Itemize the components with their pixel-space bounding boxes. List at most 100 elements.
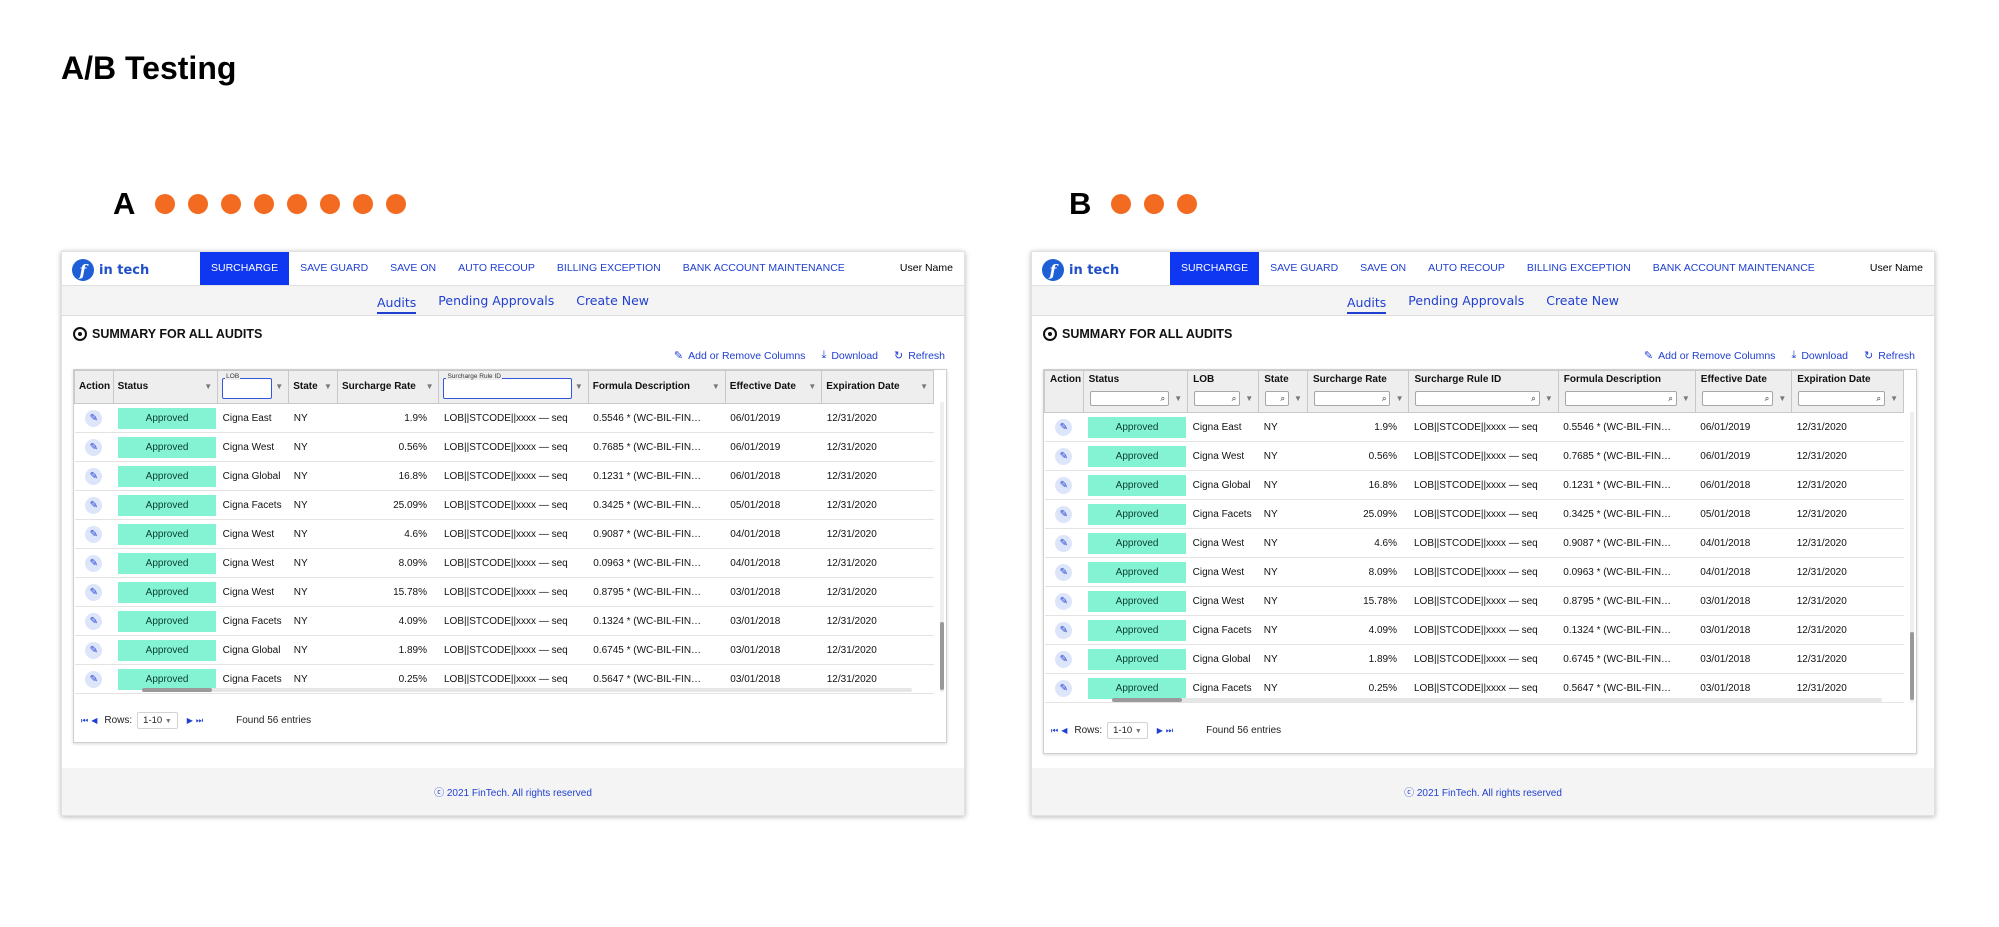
chevron-down-icon[interactable]: ▼ xyxy=(275,382,283,391)
edit-icon[interactable]: ✎ xyxy=(1055,650,1073,668)
add-remove-columns-button[interactable]: ✎ Add or Remove Columns xyxy=(1644,349,1776,363)
edit-icon[interactable]: ✎ xyxy=(1055,621,1073,639)
last-page-icon[interactable]: ⏭ xyxy=(196,716,203,726)
column-formula-description[interactable]: Formula Description ⌕ ▼ xyxy=(1557,370,1696,413)
edit-icon[interactable]: ✎ xyxy=(85,583,103,601)
chevron-down-icon[interactable]: ▼ xyxy=(712,382,720,391)
column-lob[interactable]: LOB ⌕ ▼ xyxy=(1187,370,1260,413)
column-formula-description[interactable]: Formula Description ▼ xyxy=(587,370,726,404)
column-surcharge-rate[interactable]: Surcharge Rate ⌕ ▼ xyxy=(1306,370,1410,413)
app-logo[interactable]: f in tech xyxy=(72,259,149,281)
nav-item-auto-recoup[interactable]: AUTO RECOUP xyxy=(1417,252,1516,285)
chevron-down-icon[interactable]: ▼ xyxy=(324,382,332,391)
rows-per-page-select[interactable]: 1-10 ▼ xyxy=(1107,722,1148,739)
edit-icon[interactable]: ✎ xyxy=(85,641,103,659)
nav-item-save-guard[interactable]: SAVE GUARD xyxy=(1259,252,1349,285)
table-row[interactable]: ✎ Approved Cigna Facets NY 25.09% LOB||STCODE… xyxy=(1044,499,1904,529)
column-surcharge-rate[interactable]: Surcharge Rate ▼ xyxy=(336,370,440,404)
first-page-icon[interactable]: ⏮ xyxy=(81,716,88,726)
column-state[interactable]: State ▼ xyxy=(288,370,338,404)
chevron-down-icon[interactable]: ▼ xyxy=(1294,394,1302,403)
vertical-scrollbar[interactable] xyxy=(1910,412,1914,702)
chevron-down-icon[interactable]: ▼ xyxy=(1682,394,1690,403)
last-page-icon[interactable]: ⏭ xyxy=(1166,726,1173,736)
edit-icon[interactable]: ✎ xyxy=(1055,418,1073,436)
vertical-scroll-thumb[interactable] xyxy=(940,622,944,690)
edit-icon[interactable]: ✎ xyxy=(1055,592,1073,610)
edit-icon[interactable]: ✎ xyxy=(1055,563,1073,581)
app-logo[interactable]: f in tech xyxy=(1042,259,1119,281)
column-surcharge-rule-id[interactable]: Surcharge Rule ID ▼ xyxy=(438,370,589,404)
column-expiration-date[interactable]: Expiration Date ⌕ ▼ xyxy=(1791,370,1904,413)
horizontal-scrollbar[interactable] xyxy=(142,688,912,692)
table-row[interactable]: ✎ Approved Cigna West NY 15.78% LOB||STCODE||… xyxy=(74,577,934,607)
nav-item-bank-account-maintenance[interactable]: BANK ACCOUNT MAINTENANCE xyxy=(1642,252,1826,285)
tab-create-new[interactable]: Create New xyxy=(1546,286,1619,315)
surcharge-rate-filter-input[interactable]: ⌕ xyxy=(1313,391,1391,406)
download-button[interactable]: ⤓ Download xyxy=(1791,349,1848,362)
table-row[interactable]: ✎ Approved Cigna Global NY 16.8% LOB||STCODE|… xyxy=(1044,470,1904,500)
chevron-down-icon[interactable]: ▼ xyxy=(426,382,434,391)
user-menu[interactable]: User Name xyxy=(900,252,953,285)
nav-item-auto-recoup[interactable]: AUTO RECOUP xyxy=(447,252,546,285)
chevron-down-icon[interactable]: ▼ xyxy=(1545,394,1553,403)
chevron-down-icon[interactable]: ▼ xyxy=(1890,394,1898,403)
vertical-scroll-thumb[interactable] xyxy=(1910,632,1914,700)
column-effective-date[interactable]: Effective Date ▼ xyxy=(724,370,823,404)
table-row[interactable]: ✎ Approved Cigna West NY 0.56% LOB||STCODE||x… xyxy=(1044,441,1904,471)
table-row[interactable]: ✎ Approved Cigna Global NY 16.8% LOB||STCODE|… xyxy=(74,461,934,491)
table-row[interactable]: ✎ Approved Cigna West NY 4.6% LOB||STCODE||xx… xyxy=(74,519,934,549)
table-row[interactable]: ✎ Approved Cigna West NY 4.6% LOB||STCODE||xx… xyxy=(1044,528,1904,558)
next-page-icon[interactable]: ▶ xyxy=(187,716,193,725)
chevron-down-icon[interactable]: ▼ xyxy=(1778,394,1786,403)
status-filter-input[interactable]: ⌕ xyxy=(1089,391,1170,406)
tab-audits[interactable]: Audits xyxy=(1347,289,1387,314)
edit-icon[interactable]: ✎ xyxy=(85,612,103,630)
table-row[interactable]: ✎ Approved Cigna Facets NY 4.09% LOB||STCODE|… xyxy=(1044,615,1904,645)
table-row[interactable]: ✎ Approved Cigna East NY 1.9% LOB||STCODE||xx… xyxy=(74,403,934,433)
nav-item-save-on[interactable]: SAVE ON xyxy=(379,252,447,285)
surcharge-rule-id-filter-input[interactable]: Surcharge Rule ID xyxy=(443,373,572,399)
edit-icon[interactable]: ✎ xyxy=(1055,679,1073,697)
edit-icon[interactable]: ✎ xyxy=(1055,534,1073,552)
next-page-icon[interactable]: ▶ xyxy=(1157,726,1163,735)
table-row[interactable]: ✎ Approved Cigna Facets NY 25.09% LOB||STCODE… xyxy=(74,490,934,520)
table-row[interactable]: ✎ Approved Cigna West NY 0.56% LOB||STCODE||x… xyxy=(74,432,934,462)
lob-filter-input[interactable]: LOB xyxy=(222,373,273,399)
refresh-button[interactable]: ↻ Refresh xyxy=(1864,349,1915,363)
nav-item-surcharge[interactable]: SURCHARGE xyxy=(1170,252,1260,285)
chevron-down-icon[interactable]: ▼ xyxy=(808,382,816,391)
effective-date-filter-input[interactable]: ⌕ xyxy=(1701,391,1774,406)
nav-item-surcharge[interactable]: SURCHARGE xyxy=(200,252,290,285)
column-lob[interactable]: LOB ▼ xyxy=(217,370,290,404)
column-status[interactable]: Status ▼ xyxy=(112,370,219,404)
chevron-down-icon[interactable]: ▼ xyxy=(575,382,583,391)
formula-description-filter-input[interactable]: ⌕ xyxy=(1564,391,1677,406)
column-expiration-date[interactable]: Expiration Date ▼ xyxy=(821,370,934,404)
edit-icon[interactable]: ✎ xyxy=(85,467,103,485)
nav-item-billing-exception[interactable]: BILLING EXCEPTION xyxy=(1516,252,1642,285)
edit-icon[interactable]: ✎ xyxy=(85,554,103,572)
surcharge-rule-id-filter-input[interactable]: ⌕ xyxy=(1415,391,1540,406)
expiration-date-filter-input[interactable]: ⌕ xyxy=(1798,391,1885,406)
chevron-down-icon[interactable]: ▼ xyxy=(1174,394,1182,403)
first-page-icon[interactable]: ⏮ xyxy=(1051,726,1058,736)
edit-icon[interactable]: ✎ xyxy=(85,409,103,427)
table-row[interactable]: ✎ Approved Cigna Global NY 1.89% LOB||STCODE|… xyxy=(74,635,934,665)
edit-icon[interactable]: ✎ xyxy=(85,670,103,688)
column-state[interactable]: State ⌕ ▼ xyxy=(1258,370,1308,413)
tab-pending-approvals[interactable]: Pending Approvals xyxy=(438,286,554,315)
edit-icon[interactable]: ✎ xyxy=(85,496,103,514)
refresh-button[interactable]: ↻ Refresh xyxy=(894,349,945,363)
column-status[interactable]: Status ⌕ ▼ xyxy=(1082,370,1189,413)
table-row[interactable]: ✎ Approved Cigna East NY 1.9% LOB||STCODE||xx… xyxy=(1044,412,1904,442)
horizontal-scroll-thumb[interactable] xyxy=(1112,698,1182,702)
prev-page-icon[interactable]: ◀ xyxy=(91,716,97,725)
nav-item-billing-exception[interactable]: BILLING EXCEPTION xyxy=(546,252,672,285)
column-effective-date[interactable]: Effective Date ⌕ ▼ xyxy=(1694,370,1793,413)
rows-per-page-select[interactable]: 1-10 ▼ xyxy=(137,712,178,729)
edit-icon[interactable]: ✎ xyxy=(1055,476,1073,494)
tab-audits[interactable]: Audits xyxy=(377,289,417,314)
chevron-down-icon[interactable]: ▼ xyxy=(204,382,212,391)
vertical-scrollbar[interactable] xyxy=(940,402,944,692)
